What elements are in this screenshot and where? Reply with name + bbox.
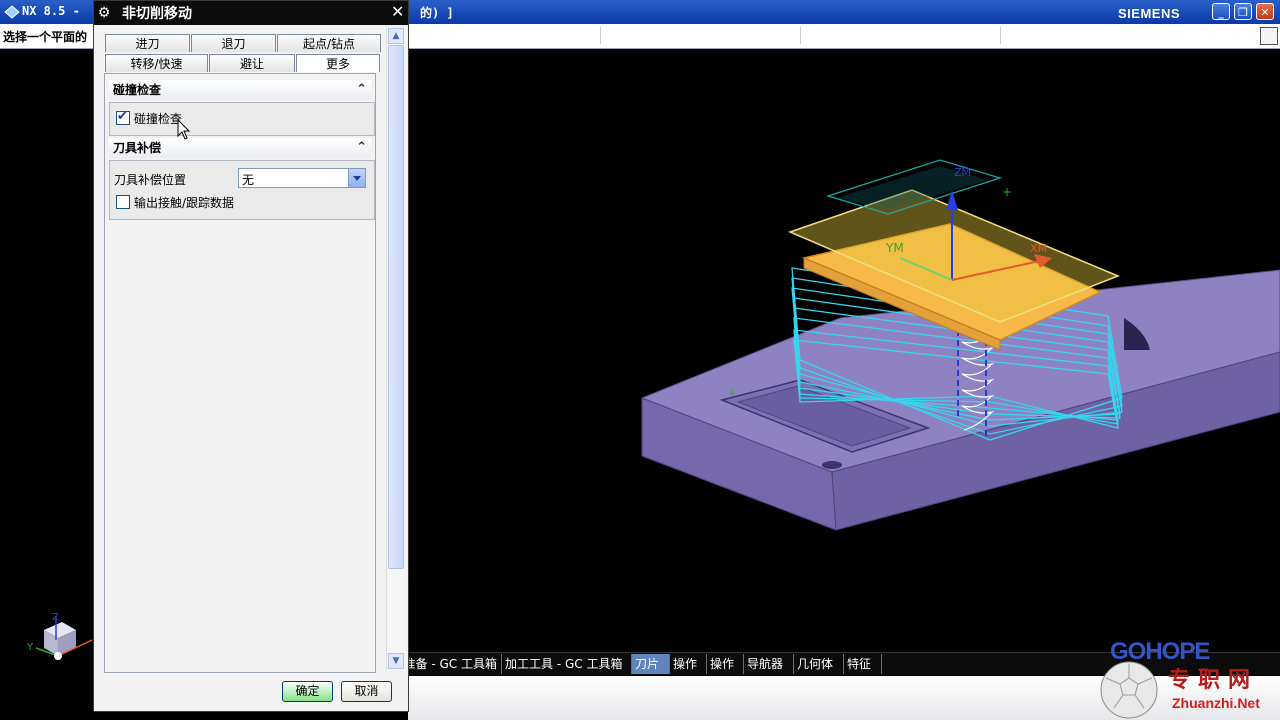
cutter-comp-position-select[interactable]: 无 — [238, 168, 366, 188]
minimize-button[interactable]: _ — [1212, 3, 1230, 20]
tab-more[interactable]: 更多 — [296, 54, 380, 72]
watermark-chinese: 专职网 — [1168, 667, 1259, 693]
output-contact-data-checkbox[interactable] — [116, 195, 130, 209]
collapse-icon[interactable]: ⌃ — [356, 80, 367, 100]
cue-separator — [1000, 26, 1001, 44]
chevron-down-icon[interactable] — [348, 169, 365, 187]
tab-feature[interactable]: 特征 — [844, 654, 882, 674]
dialog-title-bar: ⚙ 非切削移动 ✕ — [94, 1, 408, 25]
cancel-button[interactable]: 取消 — [341, 681, 392, 702]
collision-check-group-body: ✔ 碰撞检查 — [109, 102, 375, 136]
scroll-up-icon[interactable]: ▲ — [388, 28, 404, 44]
checkmark-icon: ✔ — [117, 109, 128, 124]
triad-z-label: Z — [52, 612, 59, 623]
cue-prompt: 选择一个平面的 — [3, 30, 88, 44]
zm-label: ZM — [954, 166, 971, 179]
collision-check-label: 碰撞检查 — [134, 112, 183, 126]
collision-check-group-header[interactable]: 碰撞检查 ⌃ — [109, 80, 371, 100]
non-cutting-moves-dialog: ⚙ 非切削移动 ✕ 进刀 退刀 起点/钻点 转移/快速 避让 更多 碰撞检查 ⌃… — [93, 0, 409, 712]
tab-geometry[interactable]: 几何体 — [794, 654, 844, 674]
zm-arrow — [946, 190, 958, 210]
fit-view-icon[interactable] — [1260, 27, 1278, 45]
tab-operation-2[interactable]: 操作 — [707, 654, 744, 674]
tab-panel: 碰撞检查 ⌃ ✔ 碰撞检查 刀具补偿 ⌃ 刀具补偿位置 无 输出接触/跟踪数据 — [104, 73, 376, 673]
dialog-title: 非切削移动 — [122, 6, 192, 22]
tab-engage[interactable]: 进刀 — [105, 34, 190, 52]
app-title: NX 8.5 - — [22, 4, 80, 18]
view-triad: Z Y — [26, 612, 93, 660]
group-title: 刀具补偿 — [113, 141, 162, 155]
cue-separator — [600, 26, 601, 44]
collapse-icon[interactable]: ⌃ — [356, 138, 367, 158]
nx-app-icon[interactable] — [4, 4, 20, 20]
group-title: 碰撞检查 — [113, 83, 162, 97]
close-window-button[interactable]: ✕ — [1256, 3, 1274, 20]
ok-button[interactable]: 确定 — [282, 681, 333, 702]
output-contact-data-label: 输出接触/跟踪数据 — [134, 196, 235, 210]
scroll-thumb[interactable] — [388, 45, 404, 569]
tab-transfer-rapid[interactable]: 转移/快速 — [105, 54, 208, 72]
gohope-watermark: GOHOPE 专职网 Zhuanzhi.Net — [1098, 638, 1280, 720]
restore-button[interactable]: ❐ — [1234, 3, 1252, 20]
triad-y-label: Y — [26, 642, 34, 653]
tab-navigator[interactable]: 导航器 — [744, 654, 794, 674]
tab-machining-tools-gc-toolbox[interactable]: 加工工具 - GC 工具箱 — [502, 654, 632, 674]
tab-retract[interactable]: 退刀 — [191, 34, 276, 52]
dialog-scrollbar[interactable]: ▲ ▼ — [386, 27, 405, 671]
origin-plus-marker: + — [1002, 185, 1012, 199]
soccer-ball-icon — [1100, 661, 1158, 719]
gear-icon[interactable]: ⚙ — [96, 5, 112, 21]
part-origin-marker: + — [728, 388, 736, 399]
collision-check-checkbox[interactable]: ✔ — [116, 109, 130, 125]
cutter-comp-group-header[interactable]: 刀具补偿 ⌃ — [109, 138, 371, 158]
tab-label: 准备 - GC 工具箱 — [408, 657, 497, 671]
cue-separator — [800, 26, 801, 44]
watermark-url: Zhuanzhi.Net — [1172, 695, 1260, 711]
document-title: 的) ] — [420, 6, 454, 20]
mouse-cursor-icon — [177, 119, 191, 140]
scroll-down-icon[interactable]: ▼ — [388, 653, 404, 669]
dialog-close-button[interactable]: ✕ — [391, 3, 404, 21]
cutter-comp-group-body: 刀具补偿位置 无 输出接触/跟踪数据 — [109, 160, 375, 220]
tab-start-drill-points[interactable]: 起点/钻点 — [277, 34, 381, 52]
tab-avoidance[interactable]: 避让 — [209, 54, 295, 72]
tab-insert[interactable]: 刀片 — [632, 654, 670, 674]
selected-value: 无 — [242, 173, 255, 187]
ym-label: YM — [885, 241, 904, 255]
tab-operation[interactable]: 操作 — [670, 654, 707, 674]
tab-prep-gc-toolbox[interactable]: 准备 - GC 工具箱 — [408, 654, 502, 674]
part-hole — [822, 461, 842, 469]
cutter-comp-position-label: 刀具补偿位置 — [114, 173, 187, 187]
xm-label: XM — [1030, 242, 1047, 255]
siemens-brand: SIEMENS — [1118, 6, 1181, 21]
